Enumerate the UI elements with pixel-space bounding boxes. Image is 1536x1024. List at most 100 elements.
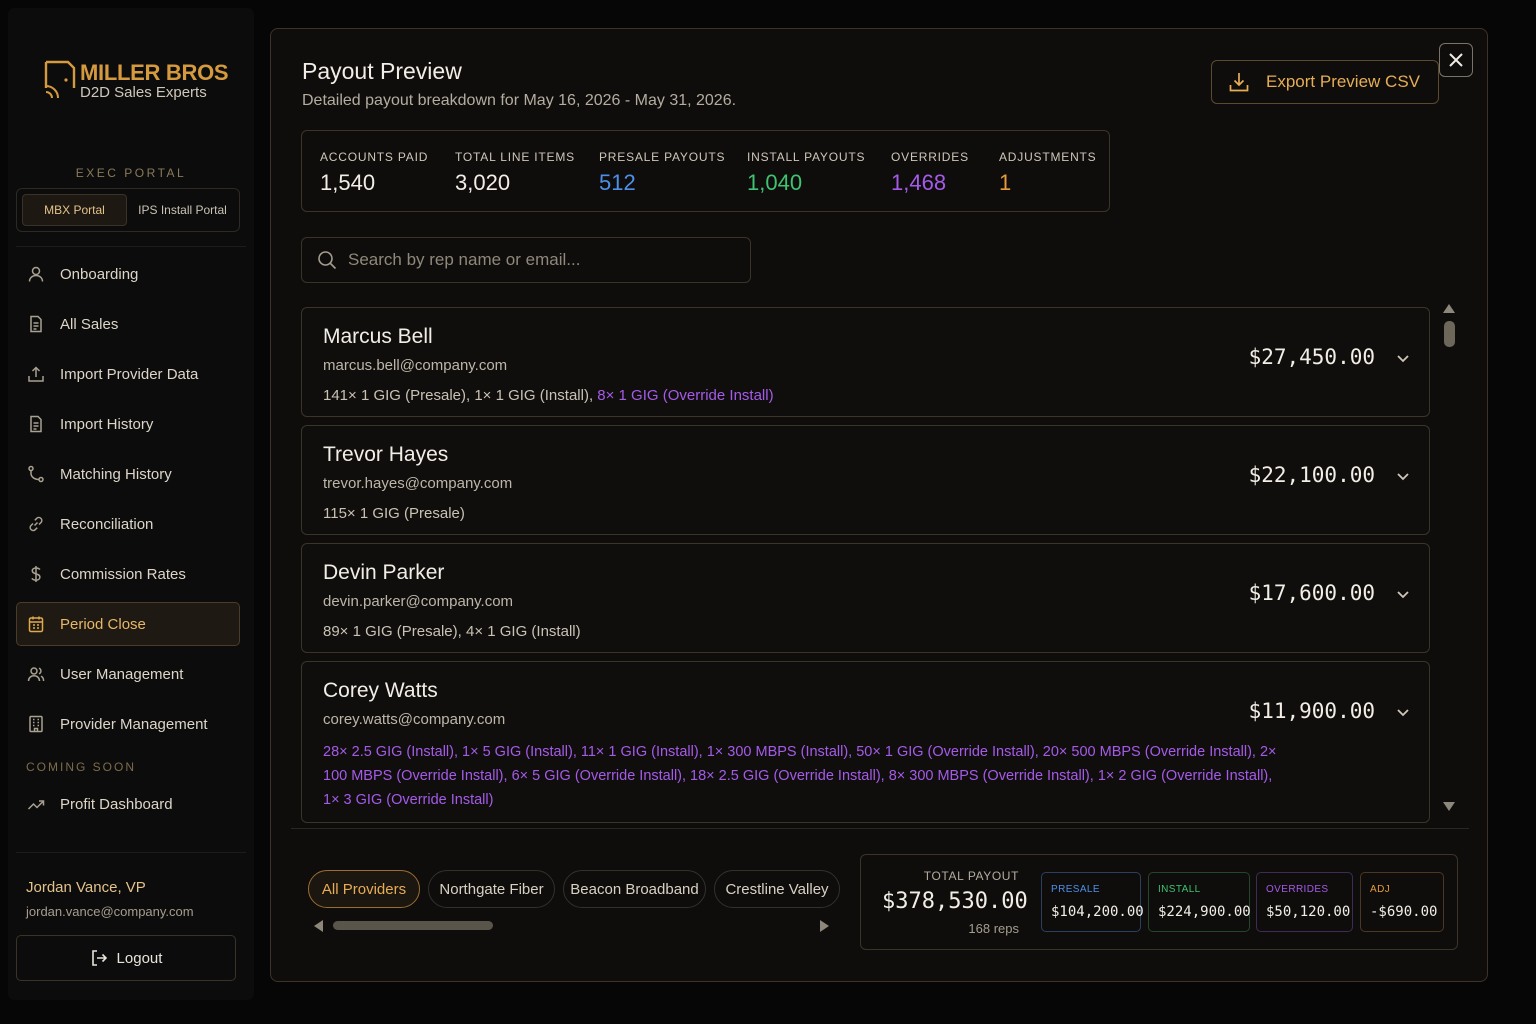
stat-value: 3,020 <box>455 170 511 195</box>
chevron-down-icon[interactable] <box>1395 704 1411 720</box>
breakdown-install: INSTALL $224,900.00 <box>1148 872 1251 932</box>
rep-card[interactable]: Trevor Hayes trevor.hayes@company.com 11… <box>301 425 1430 535</box>
vertical-scrollbar-thumb[interactable] <box>1444 321 1455 347</box>
user-name: Jordan Vance, VP <box>26 879 146 896</box>
download-icon <box>1229 73 1249 92</box>
stat-label: OVERRIDES <box>891 150 969 164</box>
breakdown-label: OVERRIDES <box>1266 884 1329 895</box>
search-icon <box>318 251 337 270</box>
stat-label: INSTALL PAYOUTS <box>747 150 866 164</box>
provider-filter-northgate[interactable]: Northgate Fiber <box>428 870 555 908</box>
rep-amount: $22,100.00 <box>1248 463 1375 487</box>
sidebar-item-profit-dashboard[interactable]: Profit Dashboard <box>16 782 240 826</box>
logout-label: Logout <box>116 949 163 967</box>
stat-value: 1,468 <box>891 170 947 195</box>
scroll-right-arrow[interactable] <box>820 920 829 932</box>
provider-filter-all[interactable]: All Providers <box>308 870 420 908</box>
stat-value: 1 <box>999 170 1012 195</box>
sidebar-item-label: Reconciliation <box>60 515 154 533</box>
brand-title: MILLER BROS <box>80 59 229 85</box>
rep-line-items: 28× 2.5 GIG (Install), 1× 5 GIG (Install… <box>323 740 1283 812</box>
rep-card[interactable]: Devin Parker devin.parker@company.com 89… <box>301 543 1430 653</box>
stat-value: 1,040 <box>747 170 803 195</box>
sidebar-item-all-sales[interactable]: All Sales <box>16 302 240 346</box>
breakdown-value: -$690.00 <box>1370 904 1438 920</box>
sidebar-item-import-history[interactable]: Import History <box>16 402 240 446</box>
breakdown-label: PRESALE <box>1051 884 1100 895</box>
rep-amount: $11,900.00 <box>1248 699 1375 723</box>
sidebar-item-label: Import Provider Data <box>60 365 199 383</box>
total-payout-label: TOTAL PAYOUT <box>923 869 1019 883</box>
export-label: Export Preview CSV <box>1266 72 1420 91</box>
sidebar-item-matching-history[interactable]: Matching History <box>16 452 240 496</box>
rep-override-items: 28× 2.5 GIG (Install), 1× 5 GIG (Install… <box>323 744 1277 808</box>
breakdown-label: INSTALL <box>1158 884 1201 895</box>
rep-email: devin.parker@company.com <box>323 593 514 610</box>
sidebar-item-import-provider-data[interactable]: Import Provider Data <box>16 352 240 396</box>
divider <box>16 246 246 247</box>
sidebar-item-user-management[interactable]: User Management <box>16 652 240 696</box>
stat-label: ACCOUNTS PAID <box>320 150 429 164</box>
modal-subtitle: Detailed payout breakdown for May 16, 20… <box>302 92 737 109</box>
link-icon <box>29 516 43 532</box>
sidebar-item-label: Commission Rates <box>60 565 186 583</box>
rep-name: Marcus Bell <box>323 325 433 348</box>
rep-email: marcus.bell@company.com <box>323 357 508 374</box>
sidebar-item-label: Provider Management <box>60 715 208 733</box>
stats-panel: ACCOUNTS PAID 1,540 TOTAL LINE ITEMS 3,0… <box>301 130 1110 212</box>
payout-preview-modal: Payout Preview Detailed payout breakdown… <box>270 28 1488 982</box>
stat-presale-payouts: PRESALE PAYOUTS 512 <box>599 150 725 196</box>
scroll-left-arrow[interactable] <box>314 920 323 932</box>
logout-button[interactable]: Logout <box>16 935 236 981</box>
rep-amount: $17,600.00 <box>1248 581 1375 605</box>
provider-filter-beacon[interactable]: Beacon Broadband <box>563 870 706 908</box>
building-icon <box>29 715 43 733</box>
modal-title: Payout Preview <box>302 58 462 84</box>
provider-filter-crestline[interactable]: Crestline Valley <box>714 870 840 908</box>
stat-install-payouts: INSTALL PAYOUTS 1,040 <box>747 150 865 196</box>
rep-card[interactable]: Marcus Bell marcus.bell@company.com 141×… <box>301 307 1430 417</box>
chevron-down-icon[interactable] <box>1395 350 1411 366</box>
close-modal-button[interactable] <box>1439 43 1473 77</box>
horizontal-scrollbar-thumb[interactable] <box>333 921 493 930</box>
coming-soon-label: COMING SOON <box>26 760 137 774</box>
users-icon <box>27 667 45 682</box>
branch-icon <box>28 465 44 483</box>
sidebar-item-onboarding[interactable]: Onboarding <box>16 252 240 296</box>
stat-label: TOTAL LINE ITEMS <box>455 150 575 164</box>
portal-ips-button[interactable]: IPS Install Portal <box>131 194 234 226</box>
rep-name: Devin Parker <box>323 561 445 584</box>
sidebar-item-provider-management[interactable]: Provider Management <box>16 702 240 746</box>
user-icon <box>28 266 44 282</box>
divider <box>16 852 246 853</box>
dollar-icon <box>31 566 41 582</box>
sidebar-item-label: Profit Dashboard <box>60 795 173 813</box>
chevron-down-icon[interactable] <box>1395 468 1411 484</box>
chevron-down-icon[interactable] <box>1395 586 1411 602</box>
sidebar-item-label: Import History <box>60 415 154 433</box>
sidebar-item-label: User Management <box>60 665 184 683</box>
scroll-up-arrow[interactable] <box>1443 304 1455 313</box>
sidebar-item-commission-rates[interactable]: Commission Rates <box>16 552 240 596</box>
brand-subtitle: D2D Sales Experts <box>80 83 207 101</box>
stat-adjustments: ADJUSTMENTS 1 <box>999 150 1096 196</box>
section-label: EXEC PORTAL <box>75 166 187 180</box>
brand-logo[interactable]: MILLER BROS D2D Sales Experts <box>42 58 229 104</box>
rep-items-text: 115× 1 GIG (Presale) <box>323 505 465 522</box>
logout-icon <box>91 950 107 966</box>
stat-label: PRESALE PAYOUTS <box>599 150 726 164</box>
rep-line-items: 115× 1 GIG (Presale) <box>323 502 1283 526</box>
search-input[interactable] <box>348 250 728 270</box>
breakdown-value: $104,200.00 <box>1051 904 1144 920</box>
rep-card[interactable]: Corey Watts corey.watts@company.com 28× … <box>301 661 1430 823</box>
stat-value: 512 <box>599 170 636 195</box>
sidebar-item-period-close[interactable]: Period Close <box>16 602 240 646</box>
sidebar-nav: Onboarding All Sales Import Provider Dat… <box>16 252 240 752</box>
scroll-down-arrow[interactable] <box>1443 802 1455 811</box>
export-csv-button[interactable]: Export Preview CSV <box>1211 60 1439 104</box>
logo-icon <box>44 60 76 99</box>
stat-accounts-paid: ACCOUNTS PAID 1,540 <box>320 150 428 196</box>
rep-override-items: 8× 1 GIG (Override Install) <box>597 387 774 404</box>
portal-mbx-button[interactable]: MBX Portal <box>22 194 127 226</box>
sidebar-item-reconciliation[interactable]: Reconciliation <box>16 502 240 546</box>
